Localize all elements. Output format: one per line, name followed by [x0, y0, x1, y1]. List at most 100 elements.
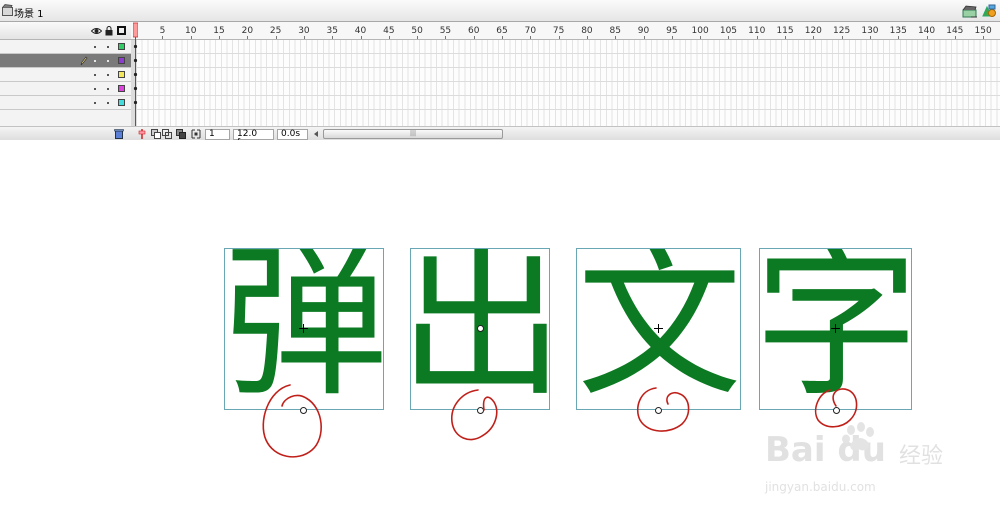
layer-row[interactable] — [0, 82, 131, 96]
horizontal-scrollbar-thumb[interactable]: ||| — [323, 129, 503, 139]
ruler-tick — [700, 36, 702, 39]
eye-icon[interactable] — [91, 27, 102, 35]
ruler-tick — [502, 36, 504, 39]
ruler-tick — [728, 36, 730, 39]
layer-color-swatch — [118, 71, 125, 78]
ruler-tick-label: 50 — [411, 26, 423, 36]
layer-list-empty — [0, 110, 131, 126]
layer-row[interactable] — [0, 40, 131, 54]
ruler-tick-label: 20 — [241, 26, 254, 36]
timeline-status-bar: 1 12.0 fps 0.0s ||| — [0, 126, 1000, 148]
ruler-tick-label: 25 — [269, 26, 282, 36]
ruler-tick-label: 115 — [776, 26, 794, 36]
ruler-tick — [841, 36, 843, 39]
ruler-tick — [983, 36, 985, 39]
ruler-tick-label: 40 — [354, 26, 367, 36]
layer-row-active[interactable] — [0, 54, 131, 68]
layer-color-swatch — [118, 99, 125, 106]
ruler-tick-label: 80 — [581, 26, 593, 36]
ruler-tick-label: 105 — [719, 26, 738, 36]
ruler-tick — [303, 36, 305, 39]
onion-skin-icon[interactable] — [151, 129, 161, 139]
watermark-jingyan: 经验 — [899, 444, 944, 469]
trash-icon[interactable] — [114, 128, 124, 139]
ruler-tick-label: 140 — [917, 26, 936, 36]
playhead[interactable] — [133, 22, 138, 126]
ruler-tick — [360, 36, 362, 39]
ruler-tick — [898, 36, 900, 39]
scene-bar: 场景 1 — [0, 0, 1000, 22]
ruler-tick — [162, 36, 164, 39]
ruler-tick — [332, 36, 334, 39]
paw-logo-icon — [842, 422, 874, 451]
scroll-grip: ||| — [410, 130, 417, 137]
ruler-tick-label: 65 — [496, 26, 508, 36]
frame-rate-display[interactable]: 12.0 fps — [233, 129, 274, 148]
ruler-tick — [671, 36, 673, 39]
ruler-tick — [558, 36, 560, 39]
ruler-tick-label: 60 — [468, 26, 480, 36]
ruler-tick — [643, 36, 645, 39]
ruler-tick — [586, 36, 588, 39]
ruler-tick — [954, 36, 956, 39]
ruler-tick-label: 45 — [383, 26, 395, 36]
ruler-tick — [219, 36, 221, 39]
ruler-tick-label: 75 — [552, 26, 565, 36]
ruler-tick-label: 35 — [326, 26, 338, 36]
ruler-tick-label: 30 — [298, 26, 310, 36]
pencil-icon — [80, 56, 88, 66]
stage[interactable]: 弹 出 文 字 Bai du 经验 — [0, 140, 1000, 520]
frame-grid[interactable] — [137, 40, 1000, 126]
lock-icon[interactable] — [105, 26, 113, 36]
ruler-tick — [530, 36, 532, 39]
ruler-tick-label: 110 — [748, 26, 766, 36]
outline-icon[interactable] — [117, 26, 126, 35]
ruler-tick — [926, 36, 928, 39]
elapsed-time-display: 0.0s — [277, 129, 308, 140]
ruler-tick-label: 150 — [974, 26, 992, 36]
modify-onion-markers-icon[interactable] — [191, 129, 201, 139]
clapper-icon — [2, 4, 13, 16]
ruler-tick-label: 145 — [946, 26, 964, 36]
ruler-tick-label: 125 — [833, 26, 851, 36]
ruler-tick-label: 120 — [804, 26, 822, 36]
ruler-tick-label: 95 — [666, 26, 678, 36]
ruler-tick-label: 55 — [439, 26, 452, 36]
onion-skin-outlines-icon[interactable] — [162, 129, 172, 139]
layer-header — [0, 22, 131, 40]
ruler-tick-label: 135 — [889, 26, 907, 36]
ruler-tick-label: 70 — [524, 26, 537, 36]
ruler-tick — [275, 36, 277, 39]
ruler-tick — [417, 36, 419, 39]
baidu-jingyan-watermark: Bai du 经验 jingyan.baidu.com — [765, 422, 965, 505]
watermark-url: jingyan.baidu.com — [765, 480, 876, 494]
center-frame-icon[interactable] — [137, 129, 147, 139]
ruler-tick — [785, 36, 787, 39]
layer-color-swatch — [118, 57, 125, 64]
frame-ruler[interactable]: 5 10 15 20 25 30 35 40 45 50 55 60 65 70 75 80 85 90 95 100… — [131, 22, 1000, 40]
scene-name[interactable]: 场景 1 — [14, 5, 44, 20]
layer-color-swatch — [118, 85, 125, 92]
edit-symbol-icon[interactable] — [981, 3, 997, 19]
edit-scene-icon[interactable] — [962, 3, 978, 19]
ruler-tick-label: 85 — [609, 26, 621, 36]
ruler-tick-label: 10 — [185, 26, 197, 36]
ruler-tick — [190, 36, 192, 39]
ruler-tick — [445, 36, 447, 39]
ruler-tick-label: 5 — [159, 26, 166, 36]
current-frame-display: 1 — [205, 129, 230, 140]
layer-color-swatch — [118, 43, 125, 50]
ruler-tick — [615, 36, 617, 39]
edit-multiple-frames-icon[interactable] — [176, 129, 186, 139]
ruler-tick — [247, 36, 249, 39]
timeline-panel: 5 10 15 20 25 30 35 40 45 50 55 60 65 70 75 80 85 90 95 100… — [0, 22, 1000, 148]
scroll-left-arrow-icon[interactable] — [313, 130, 319, 138]
ruler-tick-label: 15 — [213, 26, 225, 36]
ruler-tick — [813, 36, 815, 39]
ruler-tick — [756, 36, 758, 39]
layer-row[interactable] — [0, 96, 131, 110]
ruler-tick-label: 90 — [637, 26, 650, 36]
ruler-tick — [473, 36, 475, 39]
layer-row[interactable] — [0, 68, 131, 82]
ruler-tick — [869, 36, 871, 39]
